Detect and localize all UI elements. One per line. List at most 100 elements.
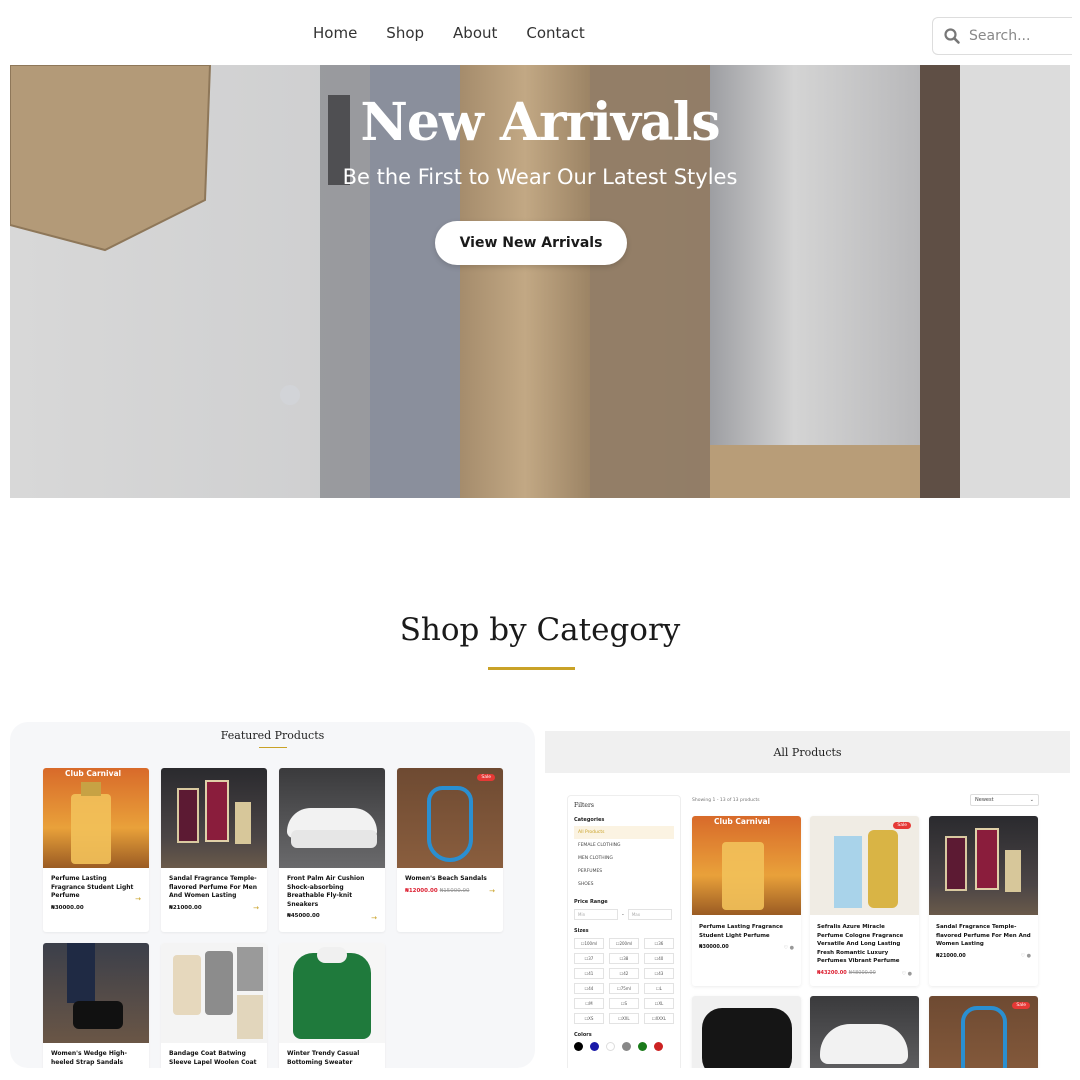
product-name: Sandal Fragrance Temple-flavored Perfume… [169, 875, 257, 899]
size-option[interactable]: ☐ 100ml [574, 938, 604, 949]
color-swatches [574, 1042, 674, 1051]
size-option[interactable]: ☐ XXXL [644, 1013, 674, 1024]
size-option[interactable]: ☐ M [574, 998, 604, 1009]
color-swatch[interactable] [590, 1042, 599, 1051]
section-title: Shop by Category [399, 612, 681, 648]
arrow-right-icon[interactable]: → [135, 895, 141, 903]
search-box[interactable] [932, 17, 1072, 55]
price-range-label: Price Range [574, 899, 608, 905]
size-option[interactable]: ☐ XL [644, 998, 674, 1009]
size-option[interactable]: ☐ 43 [644, 968, 674, 979]
colors-label: Colors [574, 1032, 592, 1038]
size-option[interactable]: ☐ 75ml [609, 983, 639, 994]
product-card[interactable]: Sandal Fragrance Temple-flavored Perfume… [161, 768, 267, 932]
product-name: Sandal Fragrance Temple-flavored Perfume… [936, 924, 1031, 947]
color-swatch[interactable] [574, 1042, 583, 1051]
results-count: Showing 1 - 13 of 13 products [692, 798, 760, 803]
product-image [929, 816, 1038, 915]
heart-icon[interactable]: ♡ ● [784, 945, 794, 951]
size-option[interactable]: ☐ XXL [609, 1013, 639, 1024]
size-option[interactable]: ☐ 200ml [609, 938, 639, 949]
size-option[interactable]: ☐ 41 [574, 968, 604, 979]
sizes-grid: ☐ 100ml ☐ 200ml ☐ 36 ☐ 37 ☐ 38 ☐ 40 ☐ 41 ☐ 42 ☐ 4… [574, 938, 674, 1024]
heart-icon[interactable]: ♡ ● [902, 971, 912, 977]
size-option[interactable]: ☐ 36 [644, 938, 674, 949]
product-card[interactable]: Front Palm Air Cushion Shock-absorbing B… [279, 768, 385, 932]
product-price: ₦12000.00 ₦15000.00 [405, 887, 470, 894]
product-image: Sale [929, 996, 1038, 1068]
product-name: Women's Wedge High-heeled Strap Sandals [51, 1050, 127, 1066]
product-name: Sefralis Azure Miracle Perfume Cologne F… [817, 924, 904, 964]
color-swatch[interactable] [622, 1042, 631, 1051]
color-swatch[interactable] [654, 1042, 663, 1051]
search-icon[interactable] [943, 27, 961, 45]
filter-category-female[interactable]: FEMALE CLOTHING [574, 839, 674, 852]
filter-category-men[interactable]: MEN CLOTHING [574, 852, 674, 865]
product-card[interactable]: Club Carnival Perfume Lasting Fragrance … [692, 816, 801, 986]
size-option[interactable]: ☐ 44 [574, 983, 604, 994]
categories-label: Categories [574, 817, 605, 823]
color-swatch[interactable] [606, 1042, 615, 1051]
product-image: Club Carnival [692, 816, 801, 915]
arrow-right-icon[interactable]: → [253, 904, 259, 912]
size-option[interactable]: ☐ L [644, 983, 674, 994]
size-option[interactable]: ☐ XS [574, 1013, 604, 1024]
product-card[interactable] [692, 996, 801, 1068]
size-option[interactable]: ☐ S [609, 998, 639, 1009]
section-title-underline [488, 667, 575, 670]
color-swatch[interactable] [638, 1042, 647, 1051]
nav-links: Home Shop About Contact [313, 24, 585, 42]
product-image [161, 768, 267, 868]
sale-badge: Sale [1012, 1002, 1030, 1009]
filter-category-shoes[interactable]: SHOES [574, 878, 674, 891]
product-image-label: Club Carnival [65, 769, 122, 778]
product-card[interactable]: Sale [929, 996, 1038, 1068]
product-name: Bandage Coat Batwing Sleeve Lapel Woolen… [169, 1050, 257, 1066]
product-card[interactable]: Sale Women's Beach Sandals ₦12000.00 ₦150… [397, 768, 503, 932]
sale-badge: Sale [477, 774, 495, 781]
product-image [692, 996, 801, 1068]
product-image [279, 943, 385, 1043]
featured-underline [259, 747, 287, 748]
price-min-input[interactable]: Min [574, 909, 618, 920]
filter-category-all[interactable]: All Products [574, 826, 674, 839]
nav-link-about[interactable]: About [453, 24, 497, 42]
sizes-label: Sizes [574, 928, 589, 934]
sort-select[interactable]: Newest ⌄ [970, 794, 1039, 806]
price-range-separator: - [622, 911, 624, 918]
product-image: Sale [397, 768, 503, 868]
search-input[interactable] [969, 28, 1069, 44]
size-option[interactable]: ☐ 37 [574, 953, 604, 964]
product-card[interactable]: Club Carnival Perfume Lasting Fragrance … [43, 768, 149, 932]
heart-icon[interactable]: ♡ ● [1021, 953, 1031, 959]
product-image-label: Club Carnival [714, 817, 771, 826]
view-new-arrivals-button[interactable]: View New Arrivals [435, 221, 627, 265]
product-card[interactable]: Winter Trendy Casual Bottoming Sweater [279, 943, 385, 1068]
product-price: ₦45000.00 [287, 913, 320, 919]
size-option[interactable]: ☐ 42 [609, 968, 639, 979]
nav-link-home[interactable]: Home [313, 24, 357, 42]
filter-category-perfumes[interactable]: PERFUMES [574, 865, 674, 878]
size-option[interactable]: ☐ 40 [644, 953, 674, 964]
product-image [161, 943, 267, 1043]
nav-link-shop[interactable]: Shop [386, 24, 424, 42]
product-card[interactable]: Women's Wedge High-heeled Strap Sandals [43, 943, 149, 1068]
product-name: Perfume Lasting Fragrance Student Light … [699, 924, 784, 939]
size-option[interactable]: ☐ 38 [609, 953, 639, 964]
category-card-all-products[interactable]: All Products Filters Categories All Prod… [545, 722, 1070, 1068]
arrow-right-icon[interactable]: → [371, 914, 377, 922]
arrow-right-icon[interactable]: → [489, 887, 495, 895]
product-name: Front Palm Air Cushion Shock-absorbing B… [287, 875, 365, 908]
product-card[interactable] [810, 996, 919, 1068]
category-card-featured[interactable]: Featured Products Club Carnival Perfume … [10, 722, 535, 1068]
product-name: Perfume Lasting Fragrance Student Light … [51, 875, 134, 899]
nav-link-contact[interactable]: Contact [526, 24, 584, 42]
product-image [279, 768, 385, 868]
chevron-down-icon: ⌄ [1029, 797, 1034, 803]
product-card[interactable]: Sale Sefralis Azure Miracle Perfume Colo… [810, 816, 919, 986]
product-card[interactable]: Sandal Fragrance Temple-flavored Perfume… [929, 816, 1038, 986]
product-name: Winter Trendy Casual Bottoming Sweater [287, 1050, 360, 1066]
product-name: Women's Beach Sandals [405, 875, 487, 882]
price-max-input[interactable]: Max [627, 909, 672, 920]
product-card[interactable]: Bandage Coat Batwing Sleeve Lapel Woolen… [161, 943, 267, 1068]
